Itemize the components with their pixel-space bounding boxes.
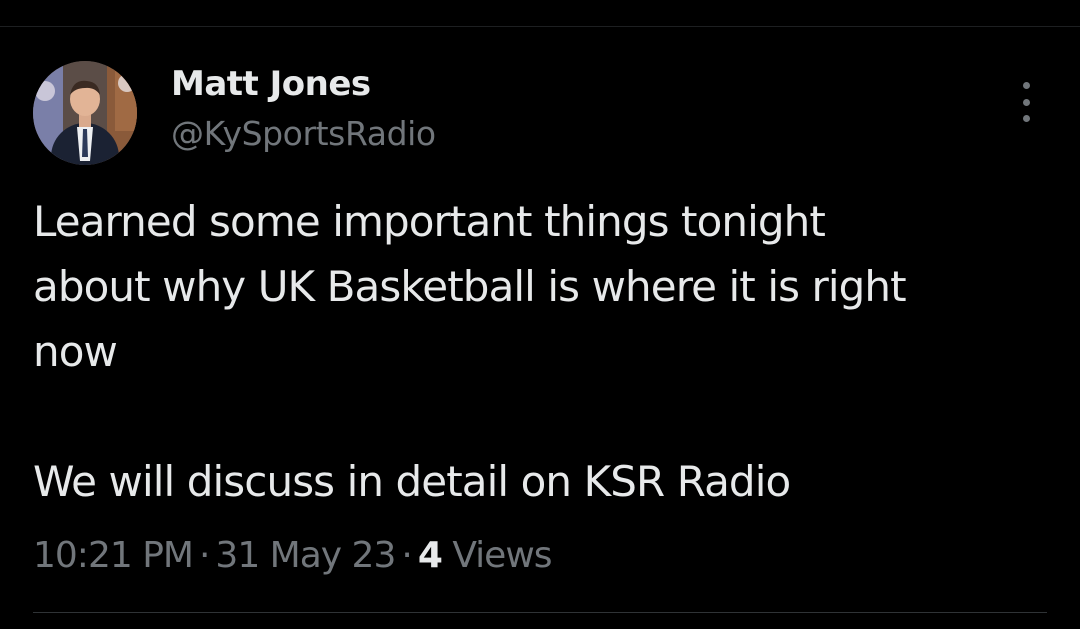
tweet-time[interactable]: 10:21 PM: [33, 535, 194, 576]
more-vertical-icon-dot-3: [1022, 115, 1030, 122]
author-handle[interactable]: @KySportsRadio: [171, 113, 436, 155]
meta-separator: ·: [198, 535, 210, 576]
tweet-text-line: Learned some important things tonight: [33, 197, 826, 246]
tweet-text-line: now: [33, 327, 118, 376]
tweet-text-paragraph-2: We will discuss in detail on KSR Radio: [33, 457, 791, 506]
tweet-text: Learned some important things tonight ab…: [33, 189, 1053, 514]
tweet-metadata: 10:21 PM · 31 May 23 · 4 Views: [33, 532, 553, 580]
more-vertical-icon: [1022, 82, 1030, 89]
tweet-text-line: about why UK Basketball is where it is r…: [33, 262, 907, 311]
avatar-image: [33, 61, 137, 165]
bottom-divider: [33, 612, 1047, 613]
top-divider: [0, 26, 1080, 27]
author-name[interactable]: Matt Jones: [171, 62, 371, 106]
more-vertical-icon-dot-2: [1022, 98, 1030, 106]
views-label: Views: [452, 535, 552, 576]
meta-separator: ·: [401, 535, 412, 576]
avatar[interactable]: [33, 61, 137, 165]
views-count[interactable]: 4: [418, 535, 443, 576]
tweet-date[interactable]: 31 May 23: [215, 535, 396, 576]
more-options-button[interactable]: [1008, 82, 1044, 122]
